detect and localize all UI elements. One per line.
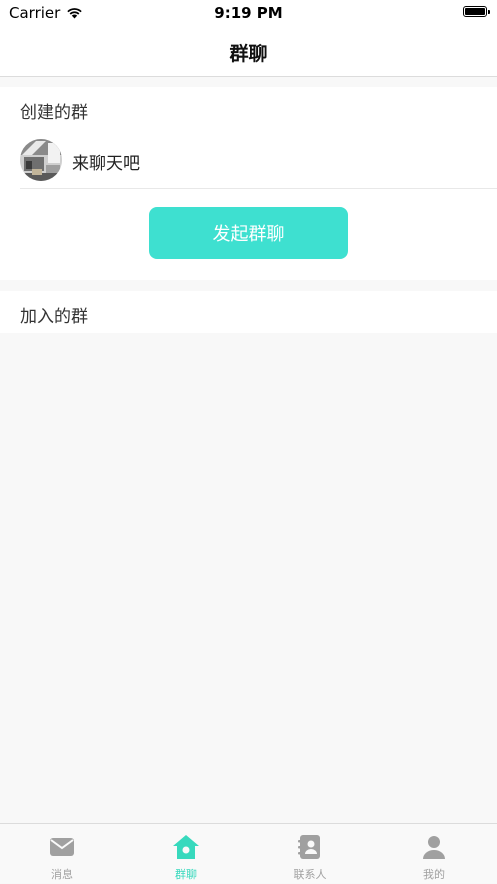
tab-group-chat-label: 群聊 bbox=[175, 868, 197, 881]
tab-messages[interactable]: 消息 bbox=[0, 824, 124, 884]
joined-groups-section: 加入的群 bbox=[0, 291, 497, 333]
battery-icon bbox=[463, 6, 490, 17]
group-name: 来聊天吧 bbox=[72, 154, 140, 174]
tab-contacts-label: 联系人 bbox=[293, 868, 327, 881]
joined-groups-title: 加入的群 bbox=[20, 307, 88, 327]
contacts-icon bbox=[298, 835, 320, 859]
group-avatar bbox=[20, 139, 62, 181]
tab-profile-label: 我的 bbox=[423, 868, 445, 881]
tab-group-chat[interactable]: 群聊 bbox=[124, 824, 248, 884]
page-title: 群聊 bbox=[229, 43, 268, 65]
created-groups-section: 创建的群 来聊天吧 发起群聊 bbox=[0, 87, 497, 280]
tab-messages-label: 消息 bbox=[51, 868, 73, 881]
group-home-icon bbox=[173, 835, 199, 859]
navigation-bar: 群聊 bbox=[0, 28, 497, 77]
created-groups-title: 创建的群 bbox=[20, 103, 88, 123]
tab-profile[interactable]: 我的 bbox=[372, 824, 496, 884]
start-group-chat-button[interactable]: 发起群聊 bbox=[149, 207, 348, 259]
tab-contacts[interactable]: 联系人 bbox=[248, 824, 372, 884]
tab-bar: 消息 群聊 联系人 我的 bbox=[0, 823, 497, 883]
group-list-item[interactable]: 来聊天吧 bbox=[20, 137, 497, 189]
profile-icon bbox=[423, 836, 445, 859]
message-icon bbox=[50, 838, 74, 856]
status-time: 9:19 PM bbox=[214, 4, 283, 22]
status-bar: Carrier 9:19 PM bbox=[0, 0, 497, 28]
